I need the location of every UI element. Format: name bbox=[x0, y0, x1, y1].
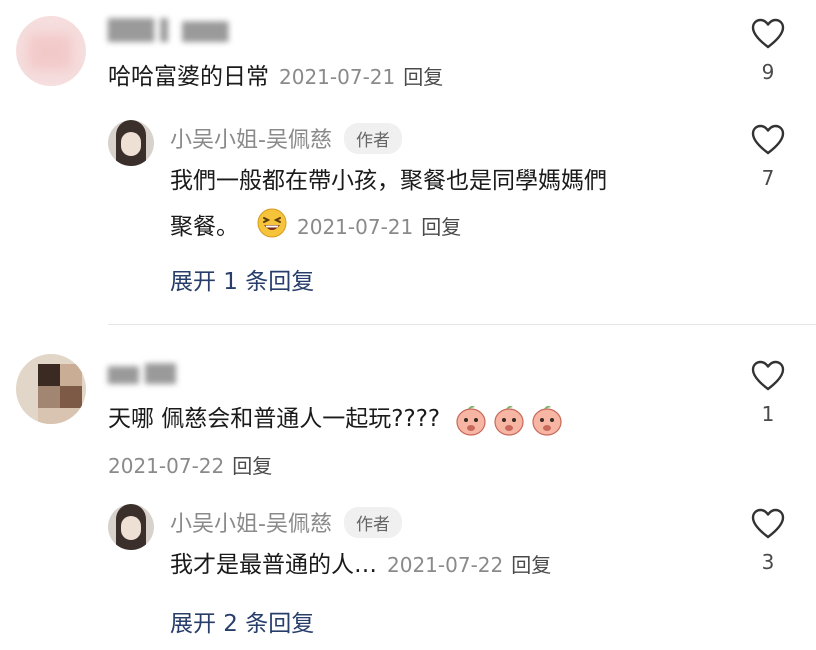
like-button[interactable]: 1 bbox=[748, 360, 788, 426]
author-avatar[interactable] bbox=[108, 120, 154, 166]
peach-sticker-icon bbox=[494, 405, 524, 436]
like-count: 9 bbox=[761, 60, 775, 84]
heart-icon bbox=[751, 124, 785, 155]
reply-user-name[interactable]: 小吴小姐-吴佩慈 bbox=[170, 122, 332, 154]
like-button[interactable]: 9 bbox=[748, 18, 788, 84]
heart-icon bbox=[751, 360, 785, 391]
reply-text-line2: 聚餐。 bbox=[170, 214, 239, 240]
reply-date: 2021-07-22 bbox=[387, 553, 504, 577]
comment-user-name[interactable]: ▆▆ ▇▇ bbox=[108, 360, 176, 384]
comment-text-row: 天哪 佩慈会和普通人一起玩???? bbox=[108, 402, 564, 436]
author-badge: 作者 bbox=[343, 506, 402, 538]
reply-like-button[interactable]: 3 bbox=[748, 508, 788, 574]
heart-icon bbox=[751, 508, 785, 539]
author-avatar[interactable] bbox=[108, 504, 154, 550]
reply-text-row: 我才是最普通的人… 2021-07-22 回复 bbox=[170, 550, 551, 580]
comment-meta-row: 2021-07-22 回复 bbox=[108, 450, 272, 479]
comment-date: 2021-07-22 bbox=[108, 454, 225, 478]
heart-icon bbox=[751, 18, 785, 49]
reply-text-line2-row: 聚餐。 2021-07-21 回复 bbox=[170, 208, 461, 246]
expand-replies-link[interactable]: 展开 1 条回复 bbox=[170, 262, 314, 296]
expand-replies-link[interactable]: 展开 2 条回复 bbox=[170, 604, 314, 638]
reply-button[interactable]: 回复 bbox=[421, 212, 461, 242]
reply-text: 我才是最普通的人… bbox=[170, 552, 377, 578]
reply-button[interactable]: 回复 bbox=[403, 65, 443, 89]
reply-button[interactable]: 回复 bbox=[511, 553, 551, 577]
avatar[interactable] bbox=[16, 16, 86, 86]
comment-body: 天哪 佩慈会和普通人一起玩???? bbox=[108, 406, 441, 432]
reply-button[interactable]: 回复 bbox=[232, 454, 272, 478]
author-badge: 作者 bbox=[343, 122, 402, 154]
like-count: 1 bbox=[761, 402, 775, 426]
like-count: 3 bbox=[761, 550, 775, 574]
grinning-squint-emoji-icon bbox=[257, 208, 287, 246]
like-count: 7 bbox=[761, 166, 775, 190]
divider bbox=[108, 324, 816, 325]
comment-user-name[interactable]: ███ ▌ ▇▇▇ bbox=[108, 18, 228, 42]
reply-date: 2021-07-21 bbox=[297, 215, 414, 239]
comment-body: 哈哈富婆的日常 bbox=[108, 64, 269, 90]
avatar[interactable] bbox=[16, 354, 86, 424]
reply-user-name[interactable]: 小吴小姐-吴佩慈 bbox=[170, 506, 332, 538]
reply-like-button[interactable]: 7 bbox=[748, 124, 788, 190]
peach-sticker-icon bbox=[456, 405, 486, 436]
reply-text-line1: 我們一般都在帶小孩，聚餐也是同學媽媽們 bbox=[170, 168, 607, 194]
comment-text: 哈哈富婆的日常 2021-07-21 回复 bbox=[108, 62, 443, 92]
peach-stickers bbox=[454, 402, 564, 436]
peach-sticker-icon bbox=[532, 405, 562, 436]
comment-date: 2021-07-21 bbox=[279, 65, 396, 89]
